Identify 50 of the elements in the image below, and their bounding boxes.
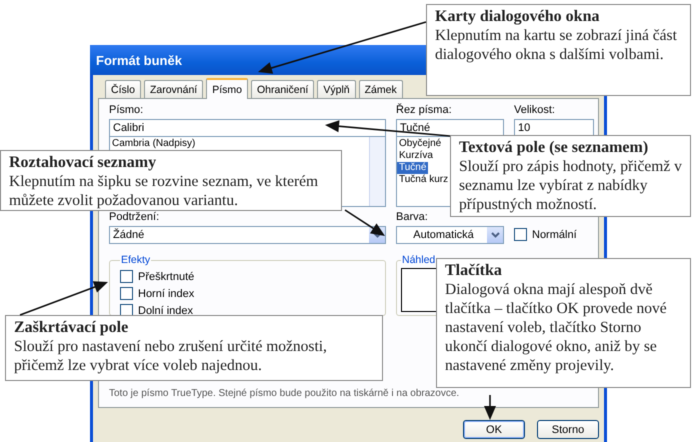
list-item[interactable]: Kurzíva <box>397 150 435 162</box>
checkbox-label: Horní index <box>138 288 194 300</box>
font-field[interactable]: Calibri <box>109 119 386 137</box>
callout-text: Klepnutím na kartu se zobrazí jiná část dialogového okna s dalšími volbami. <box>435 26 678 64</box>
callout-title: Roztahovací seznamy <box>9 153 158 172</box>
checkbox[interactable] <box>120 270 133 283</box>
list-item[interactable]: Tučná kurz <box>397 174 450 186</box>
checkbox-label: Přeškrtnuté <box>138 270 194 282</box>
group-title: Efekty <box>120 254 152 266</box>
callout-title: Tlačítka <box>445 261 503 280</box>
callout-title: Zaškrtávací pole <box>14 318 130 337</box>
checkbox-label: Dolní index <box>138 304 194 316</box>
tab[interactable]: Ohraničení <box>250 80 314 98</box>
callout-text: Slouží pro nastavení nebo zrušení určité možnosti, přičemž lze vybrat více voleb najednou. <box>14 337 328 375</box>
color-dropdown[interactable]: Automatická <box>396 226 504 244</box>
callout-text: Dialogová okna mají alespoň dvě tlačítka – tlačítko OK provede nové nastavení voleb, tlačítko Storno ukončí dialogové okno, aniž by se nastavené změny projevily. <box>445 280 668 375</box>
hint-text: Toto je písmo TrueType. Stejné písmo bude použito na tiskárně i na obrazovce. <box>109 388 460 399</box>
callout-title: Textová pole (se seznamem) <box>459 138 650 157</box>
field-label: Řez písma: <box>396 104 453 117</box>
pointer-arrow <box>344 209 385 236</box>
tab[interactable]: Číslo <box>105 80 141 98</box>
underline-dropdown[interactable]: Žádné <box>109 226 386 244</box>
callout-text: Klepnutím na šipku se rozvine seznam, ve kterém můžete zvolit požadovanou variantu. <box>9 172 320 210</box>
tab[interactable]: Písmo <box>206 78 248 99</box>
dropdown-value: Žádné <box>113 229 146 241</box>
style-field[interactable]: Tučné <box>396 119 504 137</box>
field-label: Velikost: <box>514 104 556 117</box>
field-label: Barva: <box>396 211 429 224</box>
list-item[interactable]: Cambria (Nadpisy) <box>110 138 198 150</box>
callout-text: Slouží pro zápis hodnoty, přičemž v seznamu lze vybírat z nabídky přípustných možností. <box>459 157 682 214</box>
list-item[interactable]: Obyčejné <box>397 138 444 150</box>
chevron-down-icon <box>490 232 500 238</box>
tab[interactable]: Zarovnání <box>144 80 204 98</box>
checkbox[interactable] <box>514 228 527 241</box>
dialog-button[interactable]: OK <box>463 420 525 439</box>
list-item[interactable]: Tučné <box>397 162 428 174</box>
checkbox-label: Normální <box>532 228 577 240</box>
dialog-button[interactable]: Storno <box>537 420 599 439</box>
scrollbar[interactable] <box>369 137 385 206</box>
field-label: Podtržení: <box>109 211 160 224</box>
tab[interactable]: Zámek <box>358 80 403 98</box>
callout-title: Karty dialogového okna <box>435 7 600 26</box>
pointer-arrow <box>484 395 496 420</box>
window-title: Formát buněk <box>96 52 182 68</box>
field-label: Písmo: <box>109 104 144 117</box>
chevron-down-icon <box>372 232 382 238</box>
tab[interactable]: Výplň <box>317 80 356 98</box>
dropdown-value: Automatická <box>412 229 475 241</box>
checkbox[interactable] <box>120 287 133 300</box>
group-title: Náhled <box>401 254 436 266</box>
